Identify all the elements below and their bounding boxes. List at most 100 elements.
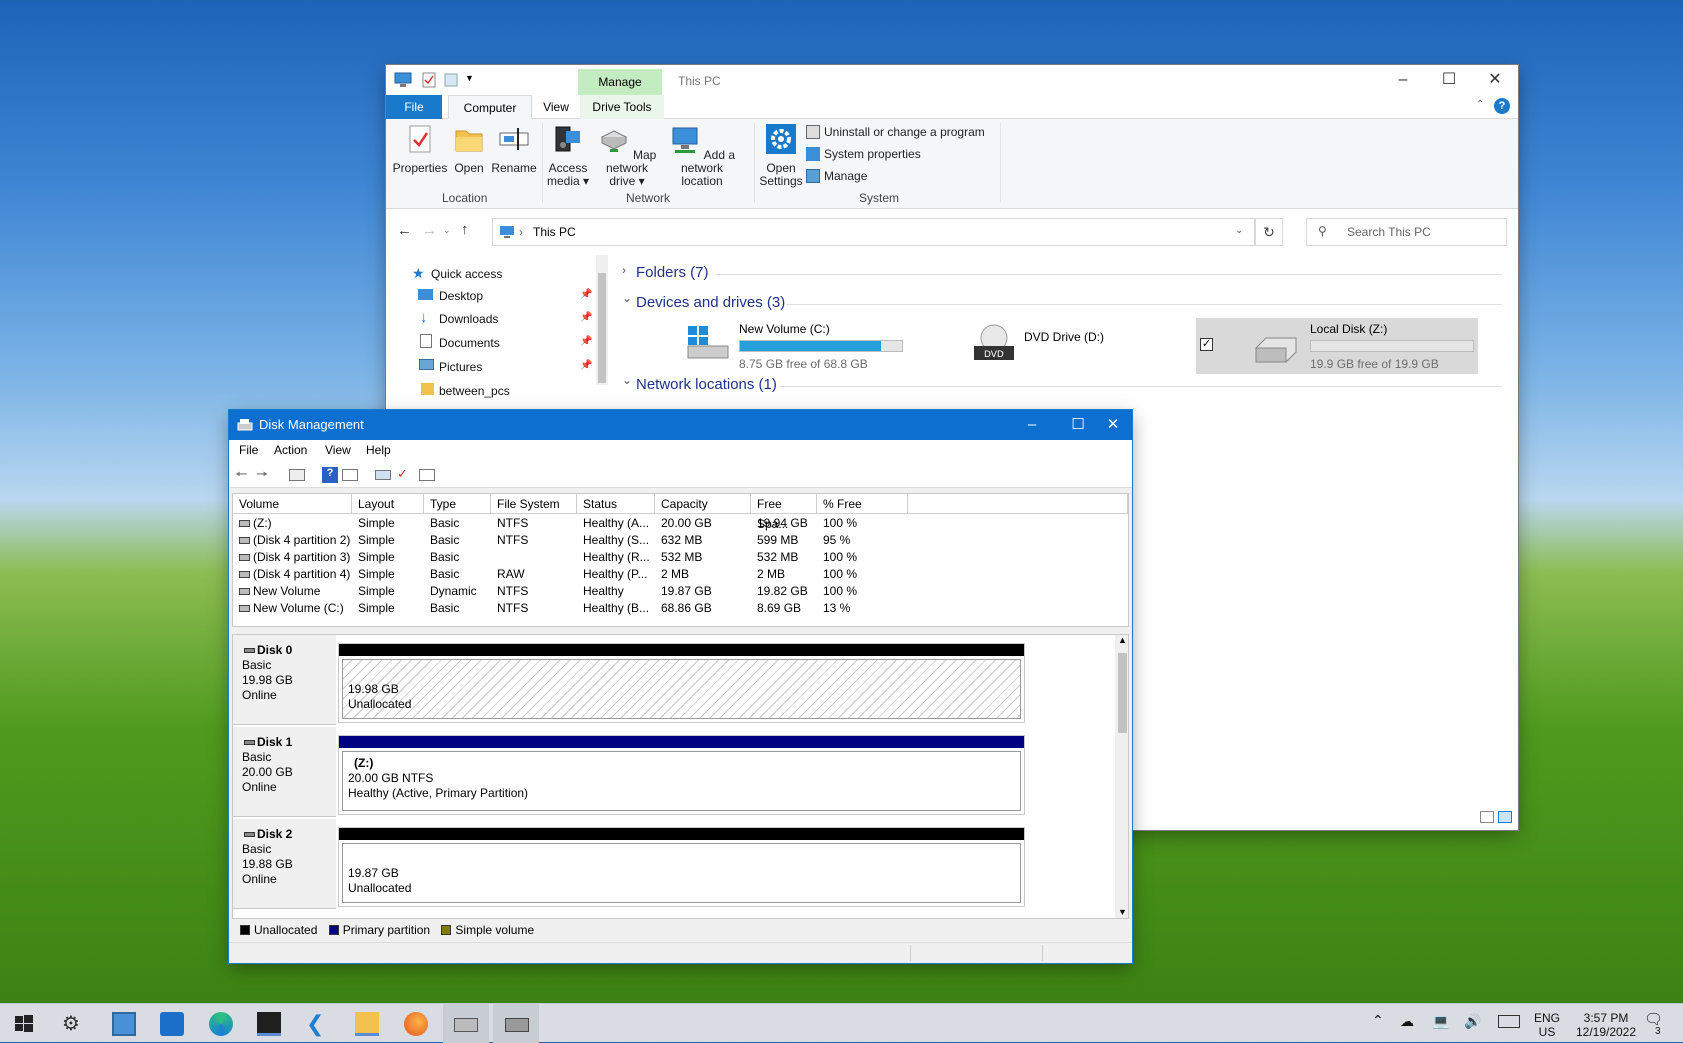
maximize-button[interactable]: ☐	[1426, 65, 1472, 95]
open-settings-button[interactable]: Open Settings	[758, 123, 804, 188]
help-icon[interactable]: ?	[1494, 98, 1510, 114]
qat-dropdown-icon[interactable]: ▼	[465, 73, 474, 83]
settings-panel-icon[interactable]	[419, 469, 435, 481]
minimize-button[interactable]: –	[1380, 65, 1426, 95]
system-properties-button[interactable]: System properties	[806, 147, 921, 161]
nav-scrollbar[interactable]	[596, 255, 608, 385]
nav-item-downloads[interactable]: Downloads	[439, 312, 498, 326]
pin-icon[interactable]: 📌	[580, 312, 592, 323]
scroll-down-icon[interactable]: ▼	[1118, 907, 1127, 917]
vscode-icon[interactable]: ❮	[306, 1012, 330, 1036]
help-icon[interactable]: ?	[322, 467, 338, 483]
scroll-up-icon[interactable]: ▲	[1118, 635, 1127, 645]
settings-gear-icon[interactable]: ⚙	[62, 1012, 86, 1036]
dm-minimize-button[interactable]: –	[1009, 410, 1055, 440]
pin-icon[interactable]: 📌	[580, 360, 592, 371]
up-arrow-icon[interactable]: ↑	[461, 221, 469, 238]
nav-item-documents[interactable]: Documents	[439, 336, 500, 350]
disk-map-scrollbar[interactable]: ▲ ▼	[1115, 635, 1128, 918]
show-hide-console-tree-icon[interactable]	[289, 469, 305, 481]
col-capacity[interactable]: Capacity	[655, 494, 751, 514]
collapse-ribbon-icon[interactable]: ⌃	[1476, 99, 1484, 110]
scroll-thumb[interactable]	[1118, 653, 1127, 733]
map-network-drive-button[interactable]: Map network drive ▾	[592, 123, 662, 188]
partition-block[interactable]: 19.87 GB Unallocated	[338, 827, 1025, 907]
partition-body[interactable]: (Z:) 20.00 GB NTFS Healthy (Active, Primar…	[342, 751, 1021, 811]
nav-item-between-pcs[interactable]: between_pcs	[439, 384, 510, 398]
tab-file[interactable]: File	[386, 95, 442, 119]
manage-button[interactable]: Manage	[806, 169, 867, 183]
language-indicator[interactable]: ENG US	[1532, 1011, 1562, 1039]
back-arrow-icon[interactable]: ←	[397, 222, 412, 239]
drive-select-checkbox[interactable]: ✓	[1200, 338, 1213, 351]
details-view-icon[interactable]	[1480, 811, 1494, 823]
col-layout[interactable]: Layout	[352, 494, 424, 514]
firefox-icon[interactable]	[404, 1012, 428, 1036]
disk-label[interactable]: Disk 2 Basic 19.88 GB Online	[233, 819, 336, 909]
address-dropdown-icon[interactable]: ⌄	[1235, 225, 1243, 236]
menu-file[interactable]: File	[239, 443, 258, 457]
large-icons-view-icon[interactable]	[1498, 811, 1512, 823]
drive-z[interactable]: ✓ Local Disk (Z:) 19.9 GB free of 19.9 G…	[1196, 318, 1478, 374]
edge-icon[interactable]	[209, 1012, 233, 1036]
drive-d[interactable]: DVD DVD Drive (D:)	[972, 320, 1172, 370]
forward-arrow-icon[interactable]: 🠖	[256, 467, 272, 483]
file-explorer-icon[interactable]	[355, 1012, 379, 1036]
properties-qat-icon[interactable]	[422, 72, 436, 88]
col-free-space[interactable]: Free Spa...	[751, 494, 817, 531]
search-input[interactable]: Search This PC	[1306, 218, 1507, 246]
recent-locations-icon[interactable]: ⌄	[443, 225, 451, 236]
disk-label[interactable]: Disk 1 Basic 20.00 GB Online	[233, 727, 336, 817]
tab-view[interactable]: View	[532, 95, 580, 119]
connect-disk-icon[interactable]	[375, 470, 391, 480]
pin-icon[interactable]: 📌	[580, 336, 592, 347]
folders-section[interactable]: Folders (7)	[636, 264, 709, 281]
properties-icon[interactable]	[342, 469, 358, 481]
manage-contextual-tab[interactable]: Manage	[578, 69, 662, 95]
col-status[interactable]: Status	[577, 494, 655, 514]
col-percent-free[interactable]: % Free	[817, 494, 908, 514]
table-row[interactable]: (Disk 4 partition 2) Simple Basic NTFS Healt…	[233, 532, 1128, 549]
address-bar[interactable]: › This PC ⌄	[492, 218, 1255, 246]
network-alert-icon[interactable]: ☁	[1400, 1014, 1414, 1028]
col-file-system[interactable]: File System	[491, 494, 577, 514]
checklist-icon[interactable]: ✓	[397, 467, 413, 483]
disk-label[interactable]: Disk 0 Basic 19.98 GB Online	[233, 635, 336, 725]
control-panel-icon[interactable]	[112, 1012, 136, 1036]
menu-view[interactable]: View	[325, 443, 351, 457]
table-row[interactable]: (Disk 4 partition 3) Simple Basic Healthy (…	[233, 549, 1128, 566]
new-folder-qat-icon[interactable]	[444, 72, 458, 88]
chevron-down-icon[interactable]: ⌄	[622, 291, 632, 305]
col-volume[interactable]: Volume	[233, 494, 352, 514]
drive-c[interactable]: New Volume (C:) 8.75 GB free of 68.8 GB	[686, 320, 916, 371]
dm-close-button[interactable]: ✕	[1093, 410, 1133, 440]
rename-button[interactable]: Rename	[490, 123, 538, 175]
devices-section[interactable]: Devices and drives (3)	[636, 294, 785, 311]
disk-app-icon[interactable]	[454, 1018, 478, 1032]
nav-item-pictures[interactable]: Pictures	[439, 360, 482, 374]
partition-block[interactable]: 19.98 GB Unallocated	[338, 643, 1025, 723]
nav-item-quick-access[interactable]: Quick access	[431, 267, 502, 281]
open-button[interactable]: Open	[448, 123, 490, 175]
tab-computer[interactable]: Computer	[448, 95, 532, 119]
table-row[interactable]: New Volume Simple Dynamic NTFS Healthy 19.87 …	[233, 583, 1128, 600]
col-type[interactable]: Type	[424, 494, 491, 514]
nav-item-desktop[interactable]: Desktop	[439, 289, 483, 303]
table-row[interactable]: (Disk 4 partition 4) Simple Basic RAW Health…	[233, 566, 1128, 583]
add-network-location-button[interactable]: Add a network location	[664, 123, 740, 188]
properties-button[interactable]: Properties	[392, 123, 448, 175]
windows-start-icon[interactable]	[12, 1012, 36, 1036]
network-section[interactable]: Network locations (1)	[636, 376, 777, 393]
disk-management-icon[interactable]	[505, 1018, 529, 1032]
table-row[interactable]: (Z:) Simple Basic NTFS Healthy (A... 20.00 GB…	[233, 515, 1128, 532]
network-icon[interactable]: 💻	[1432, 1014, 1449, 1028]
menu-help[interactable]: Help	[366, 443, 391, 457]
table-row[interactable]: New Volume (C:) Simple Basic NTFS Healthy (B…	[233, 600, 1128, 617]
uninstall-program-button[interactable]: Uninstall or change a program	[806, 125, 985, 139]
menu-action[interactable]: Action	[274, 443, 307, 457]
back-arrow-icon[interactable]: 🠔	[235, 467, 251, 483]
access-media-button[interactable]: Access media ▾	[546, 123, 590, 188]
refresh-button[interactable]: ↻	[1255, 218, 1283, 246]
chevron-right-icon[interactable]: ›	[622, 263, 626, 277]
partition-body[interactable]: 19.98 GB Unallocated	[342, 659, 1021, 719]
